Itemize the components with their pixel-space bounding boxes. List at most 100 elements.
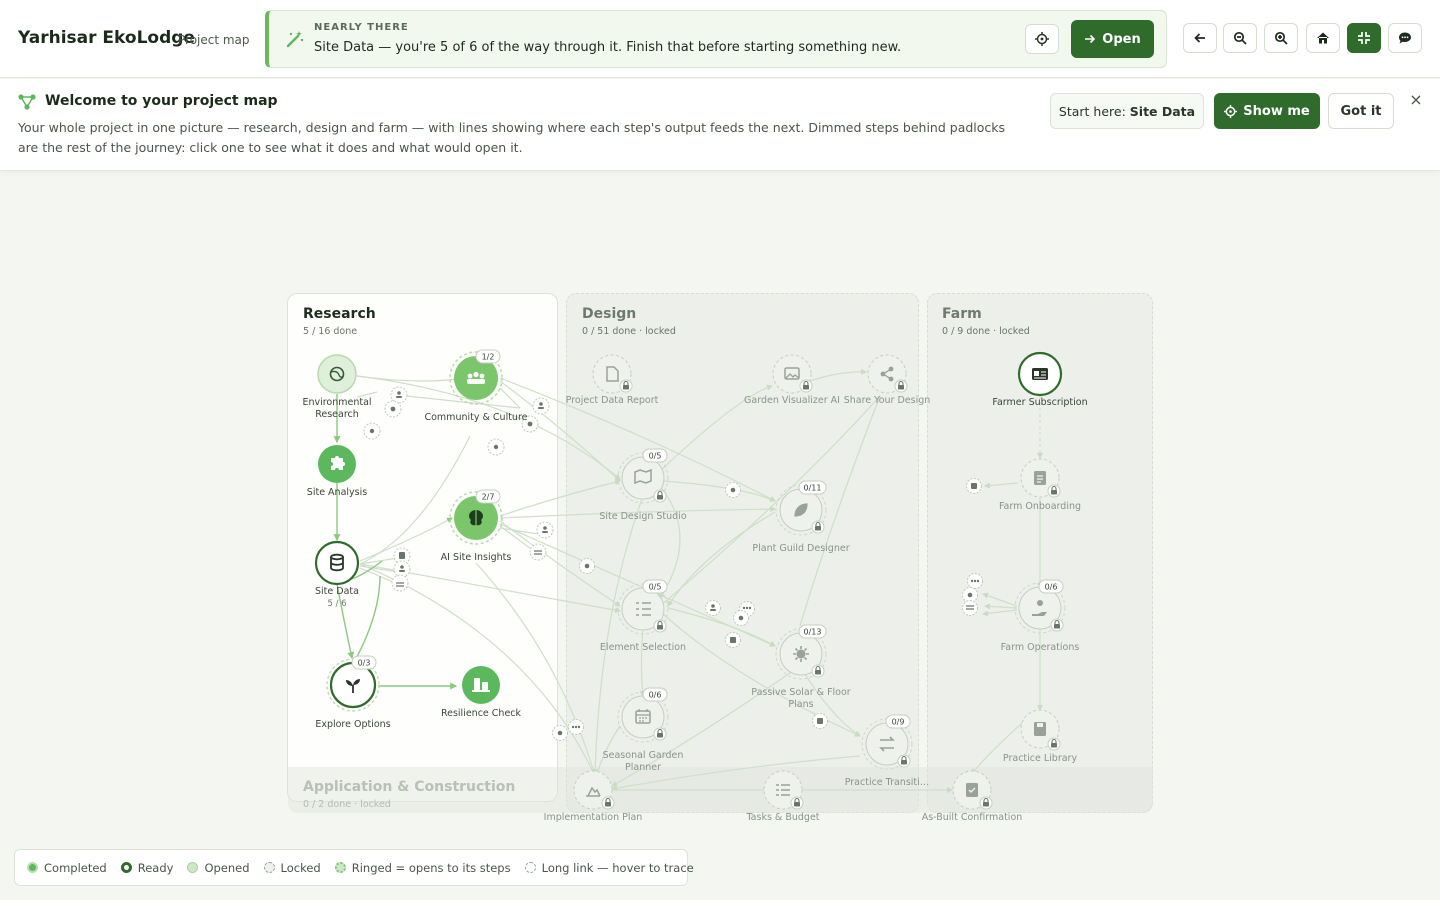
- label-implementation-plan: Implementation Plan: [543, 812, 643, 823]
- chat-button[interactable]: [1388, 23, 1422, 53]
- legend-opened: Opened: [187, 860, 250, 875]
- label-tasks-budget: Tasks & Budget: [746, 812, 820, 823]
- label-farm-operations: Farm Operations: [1000, 642, 1080, 653]
- magic-wand-icon: [286, 31, 304, 48]
- node-site-data[interactable]: [314, 540, 360, 586]
- legend-locked: Locked: [263, 860, 321, 875]
- progress-badges: 1/2 2/7 0/3 0/5 0/11 0/5 0/13 0/6 0/9 0/…: [351, 349, 1064, 729]
- welcome-banner: Welcome to your project map Your whole p…: [0, 79, 1440, 171]
- svg-text:0/6: 0/6: [1045, 583, 1058, 592]
- label-ai-site-insights: AI Site Insights: [440, 552, 512, 563]
- node-site-analysis[interactable]: [318, 445, 356, 483]
- legend-label: Ringed = opens to its steps: [351, 860, 511, 875]
- long-link-dot-icon: [524, 862, 536, 873]
- fit-icon: [1358, 32, 1370, 44]
- show-me-button[interactable]: Show me: [1214, 93, 1320, 129]
- badge-ai-insights: 2/7: [475, 489, 501, 504]
- badge-site-design: 0/5: [642, 448, 668, 463]
- zoom-out-icon: [1233, 31, 1247, 45]
- project-map-canvas[interactable]: Research 5 / 16 done Design 0 / 51 done …: [0, 196, 1440, 900]
- padlock-icons: [601, 379, 1064, 810]
- badge-plant-guild: 0/11: [798, 480, 827, 495]
- label-share-design: Share Your Design: [843, 395, 931, 406]
- legend-label: Completed: [44, 860, 107, 875]
- id-card-icon: [1032, 368, 1048, 380]
- close-banner-button[interactable]: ×: [1407, 91, 1425, 109]
- network-icon: [18, 94, 36, 110]
- node-resilience-check[interactable]: [462, 666, 500, 704]
- label-environmental-research: Environmental Research: [302, 397, 372, 420]
- zoom-in-icon: [1274, 31, 1288, 45]
- arrow-right-icon: [1085, 34, 1096, 44]
- start-here-prefix: Start here:: [1058, 103, 1126, 119]
- node-farmer-subscription[interactable]: [1017, 351, 1063, 397]
- fit-view-button[interactable]: [1347, 23, 1381, 53]
- brain-icon: [469, 510, 483, 526]
- clipboard-check-icon: [966, 783, 978, 797]
- view-subtitle: Project map: [178, 33, 250, 47]
- zoom-out-button[interactable]: [1223, 23, 1257, 53]
- label-passive-solar: Passive Solar & Floor Plans: [751, 687, 851, 710]
- map-legend: Completed Ready Opened Locked Ringed = o…: [14, 849, 694, 886]
- welcome-body: Your whole project in one picture — rese…: [18, 120, 1006, 155]
- crosshair-icon: [1035, 32, 1049, 46]
- label-farm-onboarding: Farm Onboarding: [998, 501, 1082, 512]
- label-practice-library: Practice Library: [1002, 753, 1078, 764]
- map-graph: 1/2 2/7 0/3 0/5 0/11 0/5 0/13 0/6 0/9 0/…: [314, 349, 1066, 810]
- nudge-text: Site Data — you're 5 of 6 of the way thr…: [314, 40, 902, 55]
- dependency-links: [356, 368, 1043, 793]
- svg-text:0/3: 0/3: [358, 659, 371, 668]
- zoom-in-button[interactable]: [1264, 23, 1298, 53]
- completed-links: [329, 394, 458, 690]
- start-here-button[interactable]: Start here: Site Data: [1050, 93, 1204, 129]
- svg-text:0/11: 0/11: [804, 484, 822, 493]
- badge-seasonal: 0/6: [642, 687, 668, 702]
- badge-explore: 0/3: [351, 655, 377, 670]
- open-button[interactable]: Open: [1071, 20, 1154, 58]
- home-icon: [1317, 32, 1329, 44]
- label-site-analysis: Site Analysis: [306, 487, 368, 498]
- locked-dot-icon: [263, 862, 275, 873]
- clipboard-icon: [1034, 471, 1046, 485]
- puzzle-icon: [331, 456, 345, 470]
- home-button[interactable]: [1306, 23, 1340, 53]
- label-practice-transition: Practice Transiti…: [844, 777, 930, 788]
- welcome-title: Welcome to your project map: [45, 93, 278, 109]
- svg-text:0/5: 0/5: [649, 452, 662, 461]
- ringed-dot-icon: [334, 862, 346, 873]
- label-site-data: Site Data: [315, 586, 359, 597]
- legend-label: Locked: [280, 860, 321, 875]
- open-label: Open: [1102, 31, 1141, 47]
- badge-element-sel: 0/5: [642, 579, 668, 594]
- locate-button[interactable]: [1025, 24, 1059, 54]
- start-here-target: Site Data: [1129, 103, 1196, 119]
- svg-text:0/9: 0/9: [892, 718, 905, 727]
- svg-text:0/5: 0/5: [649, 583, 662, 592]
- label-explore-options: Explore Options: [315, 719, 391, 730]
- node-environmental-research[interactable]: [317, 354, 357, 394]
- back-button[interactable]: [1183, 23, 1217, 53]
- got-it-button[interactable]: Got it: [1328, 93, 1394, 129]
- show-me-label: Show me: [1243, 103, 1310, 119]
- svg-text:0/6: 0/6: [649, 691, 662, 700]
- chat-icon: [1399, 32, 1411, 44]
- label-resilience-check: Resilience Check: [440, 708, 522, 719]
- nudge-kicker: NEARLY THERE: [314, 22, 409, 33]
- svg-text:2/7: 2/7: [482, 493, 495, 502]
- label-farmer-subscription: Farmer Subscription: [992, 397, 1088, 408]
- label-community-culture: Community & Culture: [424, 412, 528, 423]
- label-plant-guild: Plant Guild Designer: [752, 543, 850, 554]
- legend-long-link: Long link — hover to trace: [524, 861, 694, 875]
- label-seasonal-garden: Seasonal Garden Planner: [602, 750, 684, 773]
- label-as-built: As-Built Confirmation: [921, 812, 1023, 823]
- svg-text:1/2: 1/2: [482, 353, 495, 362]
- next-step-nudge: NEARLY THERE Site Data — you're 5 of 6 o…: [265, 10, 1167, 68]
- badge-passive-solar: 0/13: [798, 624, 827, 639]
- legend-label: Opened: [204, 860, 250, 875]
- label-project-data-report: Project Data Report: [565, 395, 659, 406]
- badge-community: 1/2: [475, 349, 501, 364]
- label-garden-visualizer: Garden Visualizer AI: [744, 395, 840, 406]
- badge-practice-transition: 0/9: [885, 714, 911, 729]
- back-icon: [1194, 33, 1205, 43]
- legend-label: Ready: [137, 860, 174, 875]
